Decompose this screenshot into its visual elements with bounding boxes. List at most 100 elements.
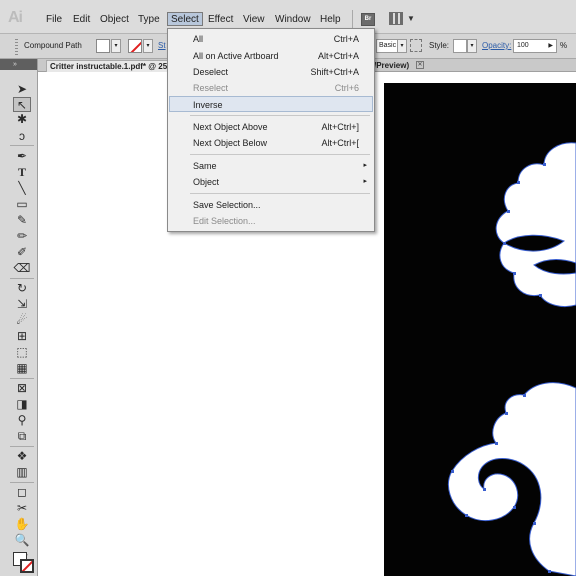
style-dropdown[interactable]: ▾ bbox=[467, 39, 477, 53]
zoom-tool-icon[interactable]: 🔍 bbox=[13, 533, 31, 548]
eyedropper-tool-icon[interactable]: ⚲ bbox=[13, 413, 31, 428]
anchor-point bbox=[465, 514, 468, 517]
anchor-point bbox=[451, 470, 454, 473]
menu-option-inverse[interactable]: Inverse bbox=[169, 96, 373, 112]
tool-separator bbox=[10, 482, 34, 483]
symbol-sprayer-tool-icon[interactable]: ❖ bbox=[13, 449, 31, 464]
menu-view[interactable]: View bbox=[240, 13, 268, 27]
fill-stroke-control[interactable] bbox=[13, 552, 35, 574]
menu-option-all-on-active-artboard[interactable]: All on Active Artboard Alt+Ctrl+A bbox=[169, 48, 373, 64]
menu-edit[interactable]: Edit bbox=[70, 13, 93, 27]
style-swatch[interactable] bbox=[453, 39, 467, 53]
submenu-arrow-icon: ▸ bbox=[363, 162, 367, 169]
opacity-unit: % bbox=[560, 41, 568, 50]
anchor-point bbox=[539, 294, 542, 297]
tool-separator bbox=[10, 378, 34, 379]
selection-tool-icon[interactable]: ➤ bbox=[13, 82, 31, 97]
menu-option-label: Object bbox=[193, 177, 220, 187]
menu-window[interactable]: Window bbox=[272, 13, 314, 27]
free-transform-tool-icon[interactable]: ⊞ bbox=[13, 329, 31, 344]
arrange-documents-icon[interactable] bbox=[389, 12, 403, 25]
select-menu-dropdown: All Ctrl+A All on Active Artboard Alt+Ct… bbox=[167, 28, 375, 232]
rectangle-tool-icon[interactable]: ▭ bbox=[13, 197, 31, 212]
column-graph-tool-icon[interactable]: ▥ bbox=[13, 465, 31, 480]
menu-option-label: Edit Selection... bbox=[193, 216, 256, 226]
line-tool-icon[interactable]: ╲ bbox=[13, 181, 31, 196]
anchor-point bbox=[548, 570, 551, 573]
menu-separator bbox=[352, 10, 353, 30]
warp-tool-icon[interactable]: ☄ bbox=[13, 313, 31, 328]
play-arrow-icon[interactable]: ▶ bbox=[548, 40, 553, 52]
anchor-point bbox=[513, 506, 516, 509]
brush-dropdown[interactable]: ▾ bbox=[397, 39, 407, 53]
artwork-head-shape bbox=[495, 142, 576, 308]
fill-swatch[interactable] bbox=[96, 39, 110, 53]
panel-grip-icon[interactable] bbox=[15, 39, 18, 55]
rotate-tool-icon[interactable]: ↻ bbox=[13, 281, 31, 296]
opacity-field[interactable]: 100 ▶ bbox=[513, 39, 557, 53]
menu-option-save-selection[interactable]: Save Selection... bbox=[169, 197, 373, 213]
artboard-canvas[interactable] bbox=[384, 83, 576, 576]
pen-tool-icon[interactable]: ✒ bbox=[13, 149, 31, 164]
menu-option-object[interactable]: Object ▸ bbox=[169, 174, 373, 190]
lasso-tool-icon[interactable]: ↄ bbox=[13, 129, 31, 144]
blend-tool-icon[interactable]: ⧉ bbox=[13, 429, 31, 444]
eraser-tool-icon[interactable]: ⌫ bbox=[13, 261, 31, 276]
stroke-swatch[interactable] bbox=[128, 39, 142, 53]
document-tab[interactable]: Critter instructable.1.pdf* @ 25 bbox=[46, 60, 172, 72]
collapse-panel-icon[interactable]: » bbox=[0, 59, 37, 70]
stroke-dropdown[interactable]: ▾ bbox=[143, 39, 153, 53]
menu-option-next-object-above[interactable]: Next Object Above Alt+Ctrl+] bbox=[169, 119, 373, 135]
stroke-color-icon[interactable] bbox=[20, 559, 34, 573]
menu-option-next-object-below[interactable]: Next Object Below Alt+Ctrl+[ bbox=[169, 135, 373, 151]
menu-separator bbox=[190, 115, 370, 116]
menu-option-same[interactable]: Same ▸ bbox=[169, 158, 373, 174]
menu-option-label: Next Object Below bbox=[193, 138, 268, 148]
chevron-down-icon[interactable]: ▼ bbox=[407, 14, 415, 23]
scale-tool-icon[interactable]: ⇲ bbox=[13, 297, 31, 312]
artwork-critter[interactable] bbox=[384, 83, 576, 576]
slice-tool-icon[interactable]: ✂ bbox=[13, 501, 31, 516]
document-tab-2[interactable]: /Preview) bbox=[374, 60, 409, 71]
direct-selection-tool-icon[interactable]: ↖ bbox=[13, 97, 31, 112]
blob-brush-tool-icon[interactable]: ✐ bbox=[13, 245, 31, 260]
menu-option-label: Reselect bbox=[193, 83, 229, 93]
menu-help[interactable]: Help bbox=[317, 13, 344, 27]
menu-option-all[interactable]: All Ctrl+A bbox=[169, 31, 373, 47]
menu-option-edit-selection: Edit Selection... bbox=[169, 213, 373, 229]
type-tool-icon[interactable]: T bbox=[13, 165, 31, 180]
mesh-tool-icon[interactable]: ⊠ bbox=[13, 381, 31, 396]
menu-file[interactable]: File bbox=[43, 13, 65, 27]
menu-type[interactable]: Type bbox=[135, 13, 163, 27]
opacity-link[interactable]: Opacity: bbox=[482, 41, 511, 50]
menu-separator bbox=[190, 154, 370, 155]
pencil-tool-icon[interactable]: ✏ bbox=[13, 229, 31, 244]
menu-option-label: Same bbox=[193, 161, 217, 171]
menu-option-shortcut: Alt+Ctrl+[ bbox=[321, 138, 359, 148]
perspective-grid-tool-icon[interactable]: ▦ bbox=[13, 361, 31, 376]
grid-icon[interactable] bbox=[410, 39, 422, 52]
menu-option-shortcut: Shift+Ctrl+A bbox=[310, 67, 359, 77]
artboard-tool-icon[interactable]: ◻ bbox=[13, 485, 31, 500]
selection-type-label: Compound Path bbox=[24, 41, 82, 50]
submenu-arrow-icon: ▸ bbox=[363, 178, 367, 185]
shape-builder-tool-icon[interactable]: ⬚ bbox=[13, 345, 31, 360]
gradient-tool-icon[interactable]: ◨ bbox=[13, 397, 31, 412]
menu-effect[interactable]: Effect bbox=[205, 13, 236, 27]
menu-option-label: Next Object Above bbox=[193, 122, 268, 132]
close-icon[interactable]: ✕ bbox=[416, 61, 424, 69]
menu-option-label: Inverse bbox=[193, 100, 223, 110]
menu-option-deselect[interactable]: Deselect Shift+Ctrl+A bbox=[169, 64, 373, 80]
bridge-button[interactable]: Br bbox=[361, 13, 375, 26]
menu-select[interactable]: Select bbox=[167, 12, 203, 26]
anchor-point bbox=[543, 163, 546, 166]
menu-object[interactable]: Object bbox=[97, 13, 132, 27]
menu-separator bbox=[190, 193, 370, 194]
hand-tool-icon[interactable]: ✋ bbox=[13, 517, 31, 532]
anchor-point bbox=[495, 442, 498, 445]
magic-wand-tool-icon[interactable]: ✱ bbox=[13, 112, 31, 127]
paintbrush-tool-icon[interactable]: ✎ bbox=[13, 213, 31, 228]
tools-panel: » ➤ ↖ ✱ ↄ ✒ T ╲ ▭ ✎ ✏ ✐ ⌫ ↻ ⇲ ☄ ⊞ ⬚ ▦ ⊠ … bbox=[0, 59, 38, 576]
stroke-link[interactable]: St bbox=[158, 41, 166, 50]
fill-dropdown[interactable]: ▾ bbox=[111, 39, 121, 53]
